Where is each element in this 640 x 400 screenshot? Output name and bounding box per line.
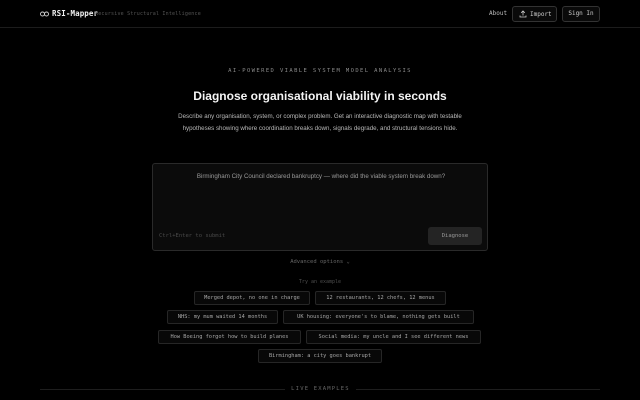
upload-icon xyxy=(519,10,527,18)
example-chip[interactable]: Social media: my uncle and I see differe… xyxy=(306,330,481,344)
page-title: Diagnose organisational viability in sec… xyxy=(193,89,447,103)
import-button[interactable]: Import xyxy=(512,6,557,22)
example-chip[interactable]: Birmingham: a city goes bankrupt xyxy=(258,349,382,363)
import-label: Import xyxy=(530,11,552,18)
infinity-logo-icon[interactable] xyxy=(40,10,49,18)
advanced-options-toggle[interactable]: Advanced options ⌄ xyxy=(0,259,640,265)
hero-eyebrow: AI-POWERED VIABLE SYSTEM MODEL ANALYSIS xyxy=(228,68,412,74)
example-chip[interactable]: UK housing: everyone's to blame, nothing… xyxy=(283,310,474,324)
hero-description: Describe any organisation, system, or co… xyxy=(178,113,462,132)
top-nav-bar: RSI-Mapper Recursive Structural Intellig… xyxy=(0,0,640,28)
about-link[interactable]: About xyxy=(489,10,507,17)
example-chip[interactable]: How Boeing forgot how to build planes xyxy=(158,330,301,344)
examples-label: Try an example xyxy=(298,279,342,285)
problem-input[interactable]: Birmingham City Council declared bankrup… xyxy=(152,163,488,251)
sign-in-button[interactable]: Sign In xyxy=(562,6,600,22)
brand-tagline: Recursive Structural Intelligence xyxy=(95,11,201,17)
diagnose-button[interactable]: Diagnose xyxy=(428,227,482,245)
submit-hint: Ctrl+Enter to submit xyxy=(159,233,226,239)
example-chip[interactable]: Merged depot, no one in charge xyxy=(194,291,310,305)
brand-name[interactable]: RSI-Mapper xyxy=(52,9,98,18)
live-examples-heading: LIVE EXAMPLES xyxy=(291,386,350,392)
section-divider xyxy=(40,389,285,390)
example-chip[interactable]: 12 restaurants, 12 chefs, 12 menus xyxy=(315,291,446,305)
problem-input-placeholder: Birmingham City Council declared bankrup… xyxy=(196,173,446,180)
example-chip[interactable]: NHS: my mum waited 14 months xyxy=(167,310,278,324)
section-divider xyxy=(356,389,600,390)
